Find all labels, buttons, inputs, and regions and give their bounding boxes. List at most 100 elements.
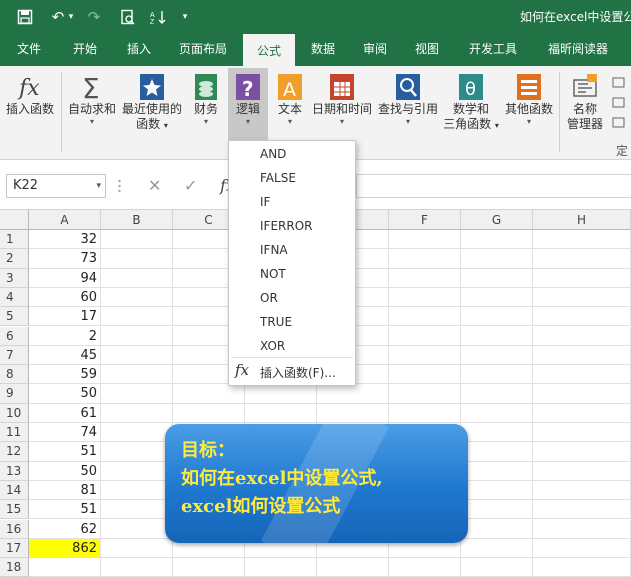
cell-c9[interactable] [173, 384, 245, 404]
customize-qa-caret[interactable]: ▾ [178, 6, 192, 28]
cell-h2[interactable] [533, 249, 631, 269]
name-box[interactable]: K22 ▾ [6, 174, 106, 198]
name-manager-button[interactable]: 名称 管理器 [562, 66, 608, 132]
cell-a18[interactable] [29, 558, 101, 577]
cell-a11[interactable]: 74 [29, 423, 101, 443]
cell-d10[interactable] [245, 403, 317, 423]
formula-input[interactable] [356, 174, 631, 198]
cell-h11[interactable] [533, 423, 631, 443]
cell-f1[interactable] [389, 230, 461, 250]
cell-b18[interactable] [101, 558, 173, 577]
cell-g10[interactable] [461, 403, 533, 423]
cell-g15[interactable] [461, 500, 533, 520]
cell-g12[interactable] [461, 442, 533, 462]
cell-b15[interactable] [101, 500, 173, 520]
cell-h18[interactable] [533, 558, 631, 577]
undo-icon[interactable]: ↶ [48, 6, 68, 28]
cell-b4[interactable] [101, 287, 173, 308]
sort-icon[interactable]: AZ [148, 6, 168, 28]
date-time-button[interactable]: 日期和时间 ▾ [310, 66, 374, 127]
menu-item-not[interactable]: NOT [229, 262, 355, 286]
row-header[interactable]: 2 [0, 249, 29, 269]
formula-bar-grip[interactable] [118, 178, 121, 194]
cell-b11[interactable] [101, 423, 173, 443]
cell-a7[interactable]: 45 [29, 345, 101, 366]
cell-a5[interactable]: 17 [29, 307, 101, 327]
row-header[interactable]: 16 [0, 519, 29, 539]
menu-item-insert-function[interactable]: 插入函数(F)... [260, 361, 336, 385]
cell-g18[interactable] [461, 558, 533, 577]
row-header[interactable]: 4 [0, 287, 29, 308]
cell-g1[interactable] [461, 230, 533, 250]
cell-g11[interactable] [461, 423, 533, 443]
chevron-down-icon[interactable]: ▾ [96, 175, 101, 197]
cell-b9[interactable] [101, 384, 173, 404]
cell-b16[interactable] [101, 519, 173, 539]
cell-b1[interactable] [101, 230, 173, 250]
menu-item-false[interactable]: FALSE [229, 166, 355, 190]
row-header[interactable]: 5 [0, 307, 29, 327]
tab-home[interactable]: 开始 [62, 34, 108, 66]
logical-button[interactable]: ? 逻辑 ▾ [228, 66, 268, 127]
cell-a12[interactable]: 51 [29, 442, 101, 462]
row-header[interactable]: 8 [0, 365, 29, 385]
define-name-controls[interactable] [612, 76, 626, 136]
lookup-reference-button[interactable]: 查找与引用 ▾ [376, 66, 440, 127]
cancel-icon[interactable]: ✕ [148, 176, 161, 195]
cell-d18[interactable] [245, 558, 317, 577]
tab-page-layout[interactable]: 页面布局 [172, 34, 234, 66]
row-header[interactable]: 13 [0, 461, 29, 481]
row-header[interactable]: 7 [0, 345, 29, 366]
tab-foxit-reader[interactable]: 福昕阅读器 [540, 34, 616, 66]
cell-a1[interactable]: 32 [29, 230, 101, 250]
cell-d9[interactable] [245, 384, 317, 404]
cell-c18[interactable] [173, 558, 245, 577]
cell-h1[interactable] [533, 230, 631, 250]
recently-used-button[interactable]: 最近使用的 函数 ▾ [120, 66, 184, 133]
tab-insert[interactable]: 插入 [116, 34, 162, 66]
row-header[interactable]: 6 [0, 326, 29, 346]
cell-h16[interactable] [533, 519, 631, 539]
column-header-b[interactable]: B [101, 210, 173, 230]
cell-a2[interactable]: 73 [29, 249, 101, 269]
cell-g4[interactable] [461, 287, 533, 308]
cell-b17[interactable] [101, 538, 173, 559]
cell-b5[interactable] [101, 307, 173, 327]
row-header[interactable]: 17 [0, 538, 29, 559]
cell-g5[interactable] [461, 307, 533, 327]
text-function-button[interactable]: A 文本 ▾ [272, 66, 308, 127]
cell-a6[interactable]: 2 [29, 326, 101, 346]
save-icon[interactable] [14, 6, 36, 28]
cell-b14[interactable] [101, 480, 173, 501]
cell-g16[interactable] [461, 519, 533, 539]
cell-h5[interactable] [533, 307, 631, 327]
cell-a16[interactable]: 62 [29, 519, 101, 539]
cell-a14[interactable]: 81 [29, 480, 101, 501]
row-header[interactable]: 10 [0, 403, 29, 423]
cell-f7[interactable] [389, 345, 461, 366]
cell-c10[interactable] [173, 403, 245, 423]
menu-item-true[interactable]: TRUE [229, 310, 355, 334]
cell-b6[interactable] [101, 326, 173, 346]
cell-h8[interactable] [533, 365, 631, 385]
tab-formulas[interactable]: 公式 [243, 34, 295, 66]
tab-developer[interactable]: 开发工具 [460, 34, 526, 66]
tab-view[interactable]: 视图 [404, 34, 450, 66]
menu-item-or[interactable]: OR [229, 286, 355, 310]
cell-h15[interactable] [533, 500, 631, 520]
column-header-g[interactable]: G [461, 210, 533, 230]
menu-item-if[interactable]: IF [229, 190, 355, 214]
cell-g7[interactable] [461, 345, 533, 366]
cell-a8[interactable]: 59 [29, 365, 101, 385]
cell-a4[interactable]: 60 [29, 287, 101, 308]
cell-h9[interactable] [533, 384, 631, 404]
cell-f5[interactable] [389, 307, 461, 327]
cell-g9[interactable] [461, 384, 533, 404]
cell-b8[interactable] [101, 365, 173, 385]
cell-a3[interactable]: 94 [29, 268, 101, 288]
autosum-button[interactable]: Σ 自动求和 ▾ [66, 66, 118, 127]
column-header-h[interactable]: H [533, 210, 631, 230]
row-header[interactable]: 15 [0, 500, 29, 520]
menu-item-ifna[interactable]: IFNA [229, 238, 355, 262]
undo-caret[interactable]: ▾ [66, 6, 76, 28]
